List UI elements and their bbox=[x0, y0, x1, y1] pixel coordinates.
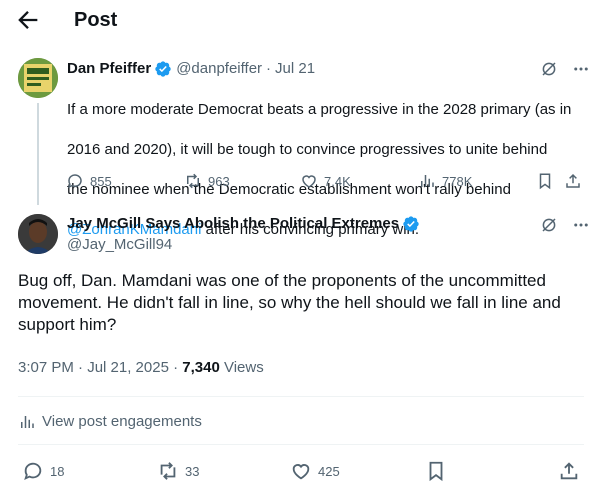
engagements-label: View post engagements bbox=[42, 413, 202, 430]
views-button[interactable]: 778K bbox=[418, 172, 472, 190]
thread-line bbox=[37, 103, 39, 205]
reply-icon bbox=[22, 460, 44, 482]
grok-icon[interactable] bbox=[540, 60, 558, 78]
views-count: 7,340 bbox=[182, 359, 220, 376]
repost-button[interactable]: 963 bbox=[184, 172, 230, 190]
like-icon bbox=[300, 172, 318, 190]
bookmark-icon bbox=[536, 172, 554, 190]
repost-button[interactable]: 33 bbox=[157, 460, 199, 482]
like-count: 7.4K bbox=[324, 173, 351, 189]
more-icon[interactable] bbox=[572, 60, 590, 78]
verified-badge-icon bbox=[399, 215, 424, 233]
author-handle[interactable]: @Jay_McGill94 bbox=[67, 235, 172, 255]
main-post-text: Bug off, Dan. Mamdani was one of the pro… bbox=[18, 271, 561, 334]
views-label: Views bbox=[219, 359, 264, 376]
divider bbox=[18, 444, 584, 445]
main-top-actions bbox=[540, 216, 590, 234]
bookmark-button[interactable] bbox=[425, 460, 447, 482]
reply-count: 18 bbox=[50, 463, 65, 479]
parent-top-actions bbox=[540, 60, 590, 78]
views-count: 778K bbox=[442, 173, 473, 189]
parent-author-row: Dan Pfeiffer @danpfeiffer · Jul 21 bbox=[67, 59, 315, 79]
bookmark-button[interactable] bbox=[536, 172, 554, 190]
main-action-bar: 18 33 425 bbox=[18, 460, 584, 484]
post-metadata: 3:07 PM · Jul 21, 2025 · 7,340 Views bbox=[18, 358, 264, 378]
bookmark-icon bbox=[425, 460, 447, 482]
share-button[interactable] bbox=[564, 172, 582, 190]
verified-badge-icon bbox=[151, 60, 176, 78]
repost-count: 33 bbox=[185, 463, 200, 479]
reply-button[interactable]: 855 bbox=[66, 172, 112, 190]
more-icon[interactable] bbox=[572, 216, 590, 234]
share-icon bbox=[564, 172, 582, 190]
post-timestamp[interactable]: 3:07 PM · Jul 21, 2025 · bbox=[18, 359, 182, 376]
repost-count: 963 bbox=[208, 173, 230, 189]
like-button[interactable]: 425 bbox=[290, 460, 340, 482]
reply-button[interactable]: 18 bbox=[22, 460, 64, 482]
avatar[interactable] bbox=[18, 58, 58, 98]
repost-icon bbox=[157, 460, 179, 482]
share-icon bbox=[558, 460, 580, 482]
back-arrow-icon[interactable] bbox=[14, 6, 42, 34]
view-engagements-link[interactable]: View post engagements bbox=[18, 412, 202, 432]
reply-icon bbox=[66, 172, 84, 190]
like-button[interactable]: 7.4K bbox=[300, 172, 351, 190]
repost-icon bbox=[184, 172, 202, 190]
author-handle[interactable]: @danpfeiffer bbox=[176, 59, 262, 79]
like-count: 425 bbox=[318, 463, 340, 479]
author-name[interactable]: Dan Pfeiffer bbox=[67, 59, 151, 79]
share-button[interactable] bbox=[558, 460, 580, 482]
parent-action-bar: 855 963 7.4K 778K bbox=[66, 172, 586, 194]
page-header: Post bbox=[0, 0, 598, 40]
like-icon bbox=[290, 460, 312, 482]
avatar[interactable] bbox=[18, 214, 58, 254]
divider bbox=[18, 396, 584, 397]
post-date[interactable]: Jul 21 bbox=[275, 59, 315, 79]
post-text-line: 2016 and 2020), it will be tough to conv… bbox=[67, 141, 548, 158]
separator-dot: · bbox=[266, 60, 272, 77]
main-author-row: Jay McGill Says Abolish the Political Ex… bbox=[67, 214, 424, 234]
grok-icon[interactable] bbox=[540, 216, 558, 234]
views-icon bbox=[418, 172, 436, 190]
author-name[interactable]: Jay McGill Says Abolish the Political Ex… bbox=[67, 214, 399, 234]
views-icon bbox=[18, 413, 36, 431]
post-text-line: If a more moderate Democrat beats a prog… bbox=[67, 101, 572, 118]
page-title: Post bbox=[74, 9, 118, 31]
reply-count: 855 bbox=[90, 173, 112, 189]
